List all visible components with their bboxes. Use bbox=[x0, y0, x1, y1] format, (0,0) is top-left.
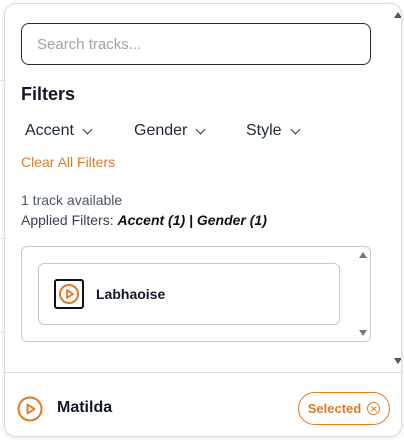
applied-filters-label: Applied Filters: bbox=[21, 212, 118, 228]
style-dropdown-label: Style bbox=[246, 122, 282, 139]
scroll-down-icon[interactable] bbox=[394, 358, 401, 364]
style-dropdown[interactable]: Style bbox=[246, 120, 301, 142]
selected-track-footer: Matilda Selected bbox=[5, 372, 401, 436]
chevron-down-icon bbox=[195, 124, 206, 134]
popup-content: Filters Accent Gender Style Clear All Fi… bbox=[5, 4, 401, 372]
track-name: Labhaoise bbox=[96, 286, 166, 302]
accent-dropdown[interactable]: Accent bbox=[25, 120, 93, 142]
applied-filters: Applied Filters: Accent (1) | Gender (1) bbox=[21, 212, 267, 228]
selected-button-label: Selected bbox=[307, 401, 362, 416]
search-input[interactable] bbox=[21, 23, 371, 65]
applied-filters-value: Accent (1) | Gender (1) bbox=[117, 212, 267, 228]
track-list: Labhaoise bbox=[21, 246, 371, 342]
play-icon[interactable] bbox=[54, 279, 84, 309]
selected-track-name: Matilda bbox=[57, 399, 113, 416]
close-circle-icon bbox=[367, 402, 381, 415]
popup-scrollbar[interactable] bbox=[393, 4, 401, 372]
accent-dropdown-label: Accent bbox=[25, 122, 74, 139]
chevron-down-icon bbox=[290, 124, 301, 134]
scroll-down-icon[interactable] bbox=[359, 330, 367, 336]
gender-dropdown-label: Gender bbox=[134, 122, 188, 139]
play-circle-icon[interactable] bbox=[17, 396, 43, 426]
track-selector-popup: Filters Accent Gender Style Clear All Fi… bbox=[4, 3, 402, 437]
selected-button[interactable]: Selected bbox=[298, 392, 390, 425]
filters-heading: Filters bbox=[21, 84, 76, 104]
track-item[interactable]: Labhaoise bbox=[38, 263, 340, 325]
gender-dropdown[interactable]: Gender bbox=[134, 120, 206, 142]
chevron-down-icon bbox=[82, 124, 93, 134]
track-list-scrollbar[interactable] bbox=[358, 249, 368, 339]
clear-all-filters-link[interactable]: Clear All Filters bbox=[21, 154, 115, 170]
track-count: 1 track available bbox=[21, 192, 123, 208]
scroll-up-icon[interactable] bbox=[359, 252, 367, 258]
scroll-up-icon[interactable] bbox=[394, 12, 401, 18]
